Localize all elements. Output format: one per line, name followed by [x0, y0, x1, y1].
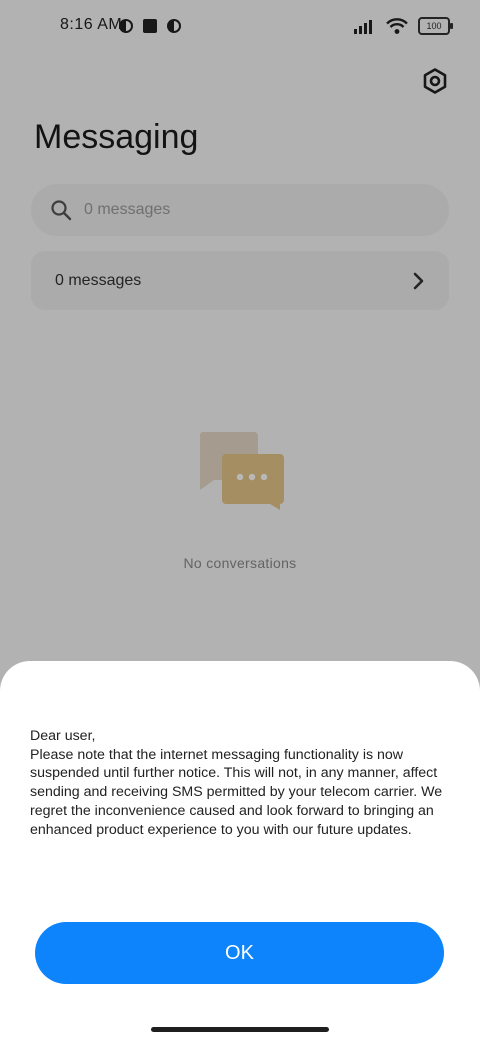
notice-dialog: Dear user, Please note that the internet…: [0, 661, 480, 1040]
notice-body: Please note that the internet messaging …: [30, 746, 443, 838]
notice-text: Dear user, Please note that the internet…: [30, 727, 466, 839]
notice-greeting: Dear user,: [30, 728, 96, 744]
home-indicator[interactable]: [151, 1027, 329, 1032]
ok-button[interactable]: OK: [35, 922, 444, 984]
